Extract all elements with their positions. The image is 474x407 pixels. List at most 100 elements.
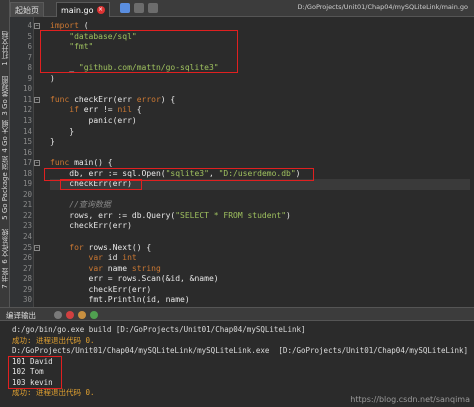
code-token: rows.Next() { — [83, 242, 152, 252]
line-number: 13 — [22, 115, 32, 125]
code-token: func — [50, 94, 70, 104]
sidebar-tab[interactable]: 1 打开文档 — [0, 28, 10, 68]
code-line: checkErr(err) — [50, 221, 132, 232]
line-number: 29 — [22, 284, 32, 294]
code-line: } — [50, 137, 55, 148]
code-token: checkErr(err — [69, 94, 137, 104]
code-token: ( — [78, 21, 89, 30]
line-number: 30 — [22, 295, 32, 305]
code-token: var — [88, 263, 103, 273]
code-token: for — [69, 242, 84, 252]
line-number: 18 — [22, 168, 32, 178]
tab-list-icon[interactable] — [134, 3, 144, 13]
code-token: name — [102, 263, 132, 273]
output-line: d:/go/bin/go.exe build [D:/GoProjects/Un… — [12, 325, 306, 334]
output-line: 成功: 进程退出代码 0. — [12, 388, 95, 397]
code-editor[interactable]: 4 5 6 7 8 9 10 11 12 13 14 15 16 17 18 19 20 21 22 23 24 25 26… — [10, 17, 474, 307]
code-line: ) — [50, 74, 55, 85]
sidebar-tab[interactable]: 7 书签 — [0, 268, 10, 289]
new-tab-icon[interactable] — [120, 3, 130, 13]
tab-label: 起始页 — [15, 5, 39, 15]
sidebar-tab[interactable]: 5 Go Package 浏览 — [0, 156, 10, 220]
sidebar-tab-label: 1 打开文档 — [1, 30, 9, 66]
stop-icon[interactable] — [66, 311, 74, 319]
line-number: 26 — [22, 253, 32, 263]
split-view-icon[interactable] — [148, 3, 158, 13]
side-panel-tabs: 1 打开文档 3 Go 类视图 4 Go 大纲 5 Go Package 浏览 6 文件… — [0, 0, 10, 320]
output-line: 成功: 进程退出代码 0. — [12, 335, 95, 345]
output-panel-title: 编译输出 — [6, 311, 36, 320]
code-token: int — [122, 253, 137, 263]
close-icon[interactable]: × — [96, 6, 105, 14]
fold-toggle-icon[interactable]: − — [34, 96, 40, 103]
code-token: checkErr(err) — [50, 284, 152, 294]
import-highlight-box — [40, 29, 238, 74]
fold-toggle-icon[interactable]: − — [34, 160, 40, 167]
code-token: } — [50, 137, 55, 147]
code-token: err = rows.Scan(&id, &name) — [50, 274, 219, 284]
fold-toggle-icon[interactable]: − — [34, 23, 40, 29]
tab-main-go[interactable]: main.go × — [56, 2, 110, 17]
tab-start-page[interactable]: 起始页 — [10, 2, 44, 17]
code-line: rows, err := db.Query("SELECT * FROM stu… — [50, 211, 291, 222]
line-number: 20 — [22, 189, 32, 199]
checkerr-highlight-box — [60, 178, 142, 191]
code-token: panic(err) — [50, 115, 137, 125]
sidebar-tab-label: 4 Go 大纲 — [1, 119, 9, 153]
code-token: checkErr(err) — [50, 221, 132, 231]
code-token: //查询数据 — [50, 200, 111, 210]
line-number-gutter: 4 5 6 7 8 9 10 11 12 13 14 15 16 17 18 19 20 21 22 23 24 25 26… — [10, 17, 34, 307]
code-token: string — [131, 263, 161, 273]
code-line: var id int — [50, 253, 137, 264]
code-token: if — [69, 105, 79, 115]
line-number: 6 — [27, 42, 32, 52]
run-icon[interactable] — [90, 311, 98, 319]
code-token: rows, err := db.Query( — [50, 210, 176, 220]
code-line: var name string — [50, 264, 161, 275]
line-number: 17 — [22, 158, 32, 168]
line-number: 28 — [22, 274, 32, 284]
output-line: D:/GoProjects/Unit01/Chap04/mySQLiteLink… — [12, 346, 469, 355]
code-token: var — [88, 253, 103, 263]
line-number: 16 — [22, 147, 32, 157]
line-number: 12 — [22, 105, 32, 115]
code-token: main() { — [69, 158, 113, 168]
code-token: } — [50, 126, 75, 136]
code-token: import — [50, 21, 79, 30]
code-line: panic(err) — [50, 116, 137, 127]
code-token: { — [131, 105, 142, 115]
code-token: ) — [50, 73, 55, 83]
output-panel-header: 编译输出 — [0, 307, 474, 321]
line-number: 14 — [22, 126, 32, 136]
sidebar-tab-label: 3 Go 类视图 — [1, 76, 9, 116]
tab-label: main.go — [61, 5, 94, 15]
menu-icon[interactable] — [54, 311, 62, 319]
code-line: } — [50, 127, 74, 138]
line-number: 23 — [22, 221, 32, 231]
code-token: nil — [117, 105, 132, 115]
line-number: 15 — [22, 137, 32, 147]
line-number: 21 — [22, 200, 32, 210]
code-line: fmt.Println(id, name) — [50, 295, 190, 306]
sidebar-tab[interactable]: 4 Go 大纲 — [0, 118, 10, 154]
code-token: func — [50, 158, 70, 168]
clear-icon[interactable] — [78, 311, 86, 319]
line-number: 24 — [22, 232, 32, 241]
sidebar-tab[interactable]: 3 Go 类视图 — [0, 76, 10, 116]
line-number: 19 — [22, 179, 32, 189]
file-path: D:/GoProjects/Unit01/Chap04/mySQLiteLink… — [297, 3, 468, 11]
line-number: 25 — [22, 242, 32, 252]
sidebar-tab[interactable]: 6 文件系统 — [0, 228, 10, 264]
editor-tab-bar: 起始页 main.go × D:/GoProjects/Unit01/Chap0… — [10, 0, 474, 17]
code-line: func checkErr(err error) { — [50, 95, 175, 106]
line-number: 7 — [27, 52, 32, 62]
code-line: if err != nil { — [50, 105, 142, 116]
line-number: 9 — [27, 73, 32, 83]
fold-toggle-icon[interactable]: − — [34, 244, 40, 251]
line-number: 8 — [27, 63, 32, 73]
code-line: err = rows.Scan(&id, &name) — [50, 274, 219, 285]
